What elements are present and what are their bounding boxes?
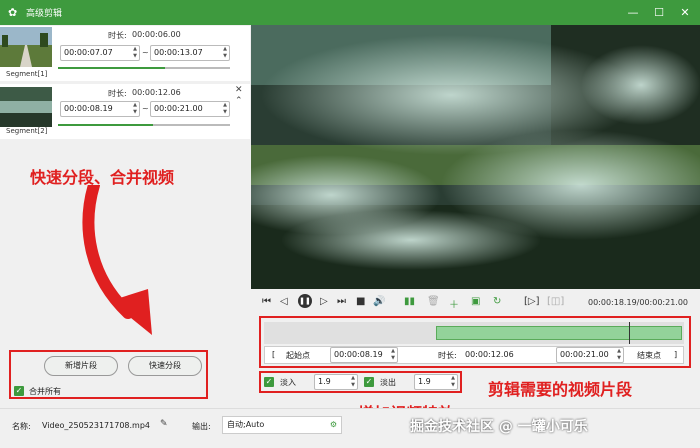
spin-arrows-icon[interactable]: ▲ ▼	[223, 46, 227, 60]
spin-arrows-icon[interactable]: ▲ ▼	[451, 375, 455, 389]
fade-out-checkbox[interactable]: ✓	[364, 377, 374, 387]
start-bracket: [	[272, 350, 276, 359]
split-icon[interactable]: ▮▮	[404, 296, 415, 307]
fade-in-value: 1.9	[318, 377, 331, 386]
fade-out-input[interactable]: 1.9 ▲ ▼	[414, 374, 458, 390]
watermark: 掘金技术社区 @ 一罐小可乐	[410, 419, 588, 435]
fade-in-input[interactable]: 1.9 ▲ ▼	[314, 374, 358, 390]
segment-end-value: 00:00:21.00	[154, 104, 203, 113]
merge-all-label: 合并所有	[29, 387, 61, 396]
segment-label: Segment[2]	[6, 127, 48, 135]
video-preview[interactable]	[251, 25, 700, 289]
start-point-input[interactable]: 00:00:08.19 ▲ ▼	[330, 347, 398, 363]
segment-end-value: 00:00:13.07	[154, 48, 203, 57]
close-button[interactable]: ✕	[672, 0, 698, 25]
end-point-button[interactable]: 结束点	[637, 350, 661, 361]
fade-out-label: 淡出	[380, 378, 396, 387]
segment-start-value: 00:00:07.07	[64, 48, 113, 57]
timeline-track[interactable]	[264, 322, 684, 344]
window-title: 高级剪辑	[26, 9, 63, 19]
mark-out-icon[interactable]: [◫]	[547, 296, 564, 307]
timeline-playhead[interactable]	[629, 322, 631, 344]
range-dash: ~	[142, 104, 149, 113]
output-label: 输出:	[192, 422, 211, 431]
annotation-clip: 剪辑需要的视频片段	[488, 380, 633, 399]
skip-start-icon[interactable]: ⏮	[262, 296, 271, 307]
range-dash: ~	[142, 48, 149, 57]
maximize-button[interactable]: ☐	[646, 0, 672, 25]
fade-in-checkbox[interactable]: ✓	[264, 377, 274, 387]
spin-arrows-icon[interactable]: ▲ ▼	[351, 375, 355, 389]
add-segment-button[interactable]: 新增片段	[44, 356, 118, 376]
timeline-duration-value: 00:00:12.06	[465, 350, 514, 359]
segment-start-input[interactable]: 00:00:08.19 ▲ ▼	[60, 101, 140, 117]
pause-icon[interactable]: ❚❚	[298, 294, 312, 308]
settings-icon[interactable]: ⚙	[330, 417, 337, 433]
spin-arrows-icon[interactable]: ▲ ▼	[617, 348, 621, 362]
name-label: 名称:	[12, 422, 31, 431]
red-arrow-icon	[82, 185, 152, 335]
edit-icon[interactable]: ✎	[160, 419, 168, 429]
end-point-input[interactable]: 00:00:21.00 ▲ ▼	[556, 347, 624, 363]
end-bracket: ]	[674, 350, 678, 359]
segment-label: Segment[1]	[6, 70, 48, 78]
timeline-duration-label: 时长:	[438, 351, 457, 360]
minimize-button[interactable]: —	[620, 0, 646, 25]
output-value: 自动;Auto	[227, 420, 265, 429]
fade-in-label: 淡入	[280, 378, 296, 387]
segment-progress-fill	[58, 124, 153, 126]
segment-item[interactable]: Segment[2] 时长: 00:00:12.06 00:00:08.19 ▲ ▼…	[0, 84, 250, 139]
mark-in-icon[interactable]: [▷]	[524, 296, 540, 307]
merge-all-checkbox[interactable]: ✓	[14, 386, 24, 396]
reset-icon[interactable]: ↻	[493, 296, 501, 307]
collapse-icon[interactable]: ⌃	[235, 96, 243, 106]
segment-item[interactable]: Segment[1] 时长: 00:00:06.00 00:00:07.07 ▲ ▼…	[0, 26, 250, 81]
spin-arrows-icon[interactable]: ▲ ▼	[133, 46, 137, 60]
title-bar: ✿ 高级剪辑	[0, 0, 700, 25]
segment-duration: 00:00:06.00	[132, 30, 181, 39]
start-point-value: 00:00:08.19	[334, 350, 383, 359]
app-logo-icon: ✿	[8, 5, 18, 19]
spin-arrows-icon[interactable]: ▲ ▼	[223, 102, 227, 116]
fade-out-value: 1.9	[418, 377, 431, 386]
segment-progress-fill	[58, 67, 165, 69]
quick-split-button[interactable]: 快速分段	[128, 356, 202, 376]
remove-segment-icon[interactable]: ✕	[235, 85, 243, 95]
segment-progress-bar	[58, 67, 230, 69]
segment-duration-label: 时长:	[108, 89, 127, 98]
segment-end-input[interactable]: 00:00:21.00 ▲ ▼	[150, 101, 230, 117]
file-name: Video_250523171708.mp4	[42, 421, 150, 430]
delete-icon[interactable]: 🗑	[427, 296, 440, 307]
segment-progress-bar	[58, 124, 230, 126]
skip-end-icon[interactable]: ⏭	[337, 296, 346, 307]
copy-icon[interactable]: ▣	[471, 296, 480, 307]
player-time: 00:00:18.19/00:00:21.00	[588, 298, 688, 307]
segment-start-input[interactable]: 00:00:07.07 ▲ ▼	[60, 45, 140, 61]
step-back-icon[interactable]: ◁	[280, 296, 288, 307]
segment-thumbnail	[0, 87, 52, 127]
segment-end-input[interactable]: 00:00:13.07 ▲ ▼	[150, 45, 230, 61]
stop-icon[interactable]: ■	[356, 296, 365, 307]
segment-duration-label: 时长:	[108, 31, 127, 40]
segment-start-value: 00:00:08.19	[64, 104, 113, 113]
segment-thumbnail	[0, 27, 52, 67]
start-point-button[interactable]: 起始点	[286, 350, 310, 361]
segment-duration: 00:00:12.06	[132, 88, 181, 97]
add-icon[interactable]: ＋	[449, 296, 459, 311]
step-forward-icon[interactable]: ▷	[320, 296, 328, 307]
spin-arrows-icon[interactable]: ▲ ▼	[133, 102, 137, 116]
end-point-value: 00:00:21.00	[560, 350, 609, 359]
volume-icon[interactable]: 🔊	[373, 296, 385, 307]
spin-arrows-icon[interactable]: ▲ ▼	[391, 348, 395, 362]
output-select[interactable]: 自动;Auto ⚙	[222, 416, 342, 434]
timeline-selection[interactable]	[436, 326, 682, 340]
